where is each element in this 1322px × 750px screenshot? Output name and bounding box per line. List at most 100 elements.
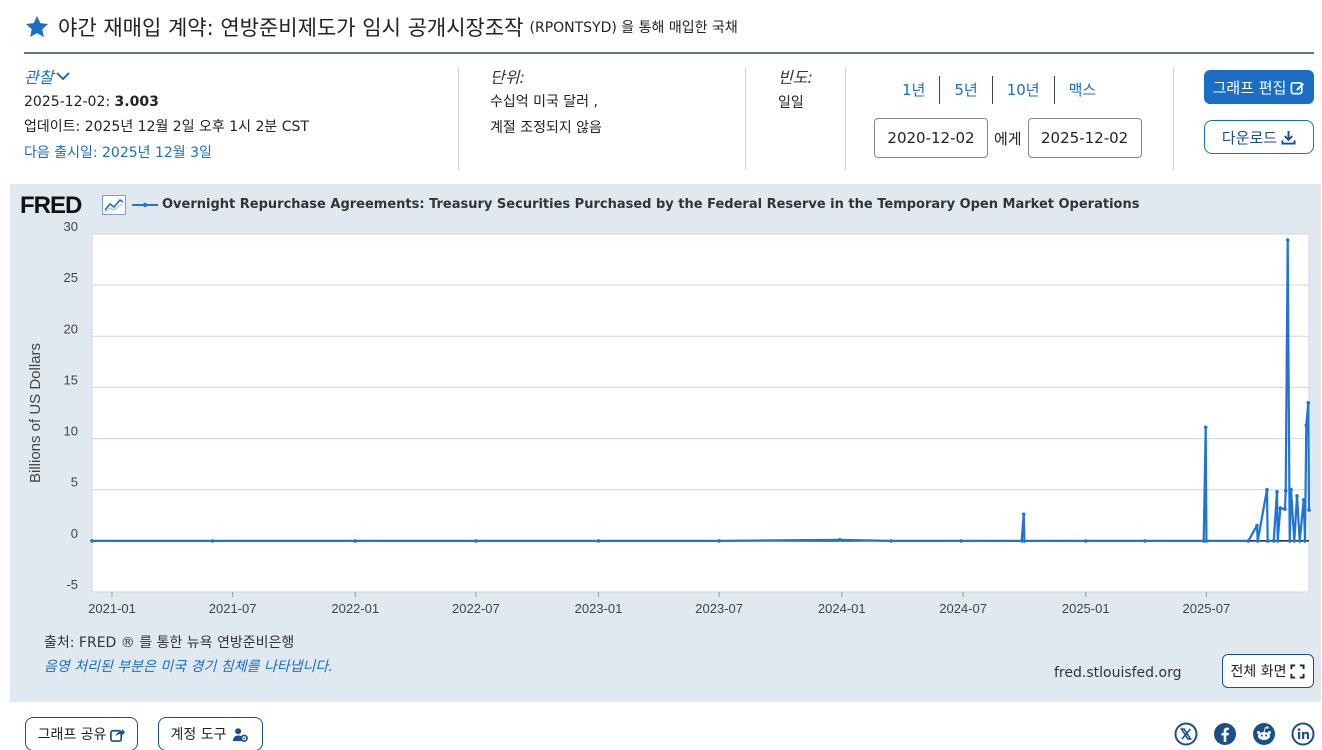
chart-legend: Overnight Repurchase Agreements: Treasur… — [132, 197, 1139, 212]
y-tick-label: -5 — [66, 577, 78, 592]
x-icon[interactable] — [1174, 722, 1198, 746]
range-1y[interactable]: 1년 — [888, 76, 941, 104]
range-links: 1년 5년 10년 맥스 — [888, 76, 1154, 104]
data-point — [838, 538, 842, 542]
graph-actions: 그래프 편집 다운로드 — [1204, 64, 1316, 174]
observation-value: 3.003 — [114, 94, 159, 110]
frequency-value: 일일 — [778, 95, 804, 111]
fred-logo[interactable]: FRED — [20, 192, 82, 220]
data-point — [1278, 506, 1283, 510]
legend-swatch — [132, 202, 158, 207]
y-tick-label: 10 — [64, 424, 78, 439]
divider — [458, 68, 459, 170]
download-button[interactable]: 다운로드 — [1204, 120, 1314, 154]
data-point — [959, 539, 963, 543]
reddit-icon[interactable] — [1252, 722, 1276, 746]
fullscreen-icon — [1290, 663, 1306, 679]
x-tick-label: 2023-01 — [575, 601, 623, 616]
account-tools-button[interactable]: 계정 도구 — [158, 717, 263, 750]
y-tick-label: 15 — [64, 372, 78, 387]
units-line-1: 수십억 미국 달러 , — [490, 94, 598, 110]
share-graph-button[interactable]: 그래프 공유 — [25, 717, 138, 750]
recession-note: 음영 처리된 부분은 미국 경기 침체를 나타냅니다. — [44, 659, 333, 675]
x-tick-label: 2022-01 — [331, 601, 379, 616]
y-tick-label: 20 — [64, 321, 78, 336]
line-chart[interactable]: -5 0 5 10 15 20 25 30 2021-01 2021-07 2022-01 2022-… — [10, 184, 1321, 702]
data-point — [717, 539, 721, 543]
data-point — [1307, 508, 1311, 512]
frequency-label: 빈도: — [778, 68, 813, 87]
observation-label[interactable]: 관찰 — [24, 64, 53, 88]
data-point — [353, 539, 358, 543]
y-tick-label: 5 — [71, 475, 78, 490]
divider — [1173, 68, 1174, 170]
data-point — [1295, 494, 1299, 498]
share-graph-label: 그래프 공유 — [37, 727, 107, 743]
data-point — [1297, 539, 1302, 543]
observation-panel: 관찰 2025-12-02: 3.003 업데이트: 2025년 12월 2일 … — [24, 64, 454, 174]
observation-value-line: 2025-12-02: 3.003 — [24, 94, 454, 110]
page-header: 야간 재매입 계약: 연방준비제도가 임시 공개시장조작 (RPONTSYD) … — [24, 10, 1314, 44]
data-point — [1287, 539, 1292, 543]
x-tick-label: 2023-07 — [695, 601, 743, 616]
units-line-2: 계절 조정되지 않음 — [490, 120, 602, 136]
data-point — [1203, 425, 1208, 430]
share-icon — [110, 728, 126, 742]
fullscreen-button[interactable]: 전체 화면 — [1222, 654, 1314, 688]
x-tick-label: 2021-07 — [209, 601, 257, 616]
data-point — [1255, 523, 1259, 528]
divider — [845, 68, 846, 170]
series-id: (RPONTSYD) 을 통해 매입한 국채 — [529, 20, 738, 36]
data-point — [1304, 423, 1309, 428]
site-url[interactable]: fred.stlouisfed.org — [1054, 665, 1181, 681]
units-panel: 단위: 수십억 미국 달러 , 계절 조정되지 않음 — [490, 64, 730, 174]
data-point — [1275, 490, 1279, 494]
date-inputs: 2020-12-02 에게 2025-12-02 — [874, 118, 1154, 158]
next-release-link[interactable]: 다음 출시일: 2025년 12월 3일 — [24, 142, 454, 162]
frequency-panel: 빈도: 일일 — [778, 64, 838, 174]
edit-icon — [1290, 81, 1305, 94]
y-tick-label: 25 — [64, 270, 78, 285]
range-10y[interactable]: 10년 — [993, 76, 1055, 104]
y-tick-label: 30 — [64, 219, 78, 234]
data-point — [210, 539, 215, 543]
range-5y[interactable]: 5년 — [940, 76, 993, 104]
x-tick-label: 2024-01 — [818, 601, 866, 616]
user-gear-icon — [233, 727, 249, 742]
data-point — [1289, 487, 1293, 492]
data-point — [1301, 498, 1306, 502]
observation-dropdown[interactable]: 관찰 — [24, 64, 454, 88]
legend-series-name: Overnight Repurchase Agreements: Treasur… — [162, 197, 1140, 212]
y-tick-label: 0 — [71, 526, 78, 541]
download-label: 다운로드 — [1221, 128, 1278, 147]
data-point — [889, 539, 893, 543]
star-icon[interactable] — [24, 14, 50, 40]
x-tick-label: 2024-07 — [939, 601, 987, 616]
divider — [745, 68, 746, 170]
data-point — [1246, 539, 1251, 543]
chart-logo-icon — [102, 195, 126, 215]
linkedin-icon[interactable] — [1291, 722, 1315, 746]
start-date-input[interactable]: 2020-12-02 — [874, 118, 988, 158]
data-point — [596, 539, 601, 543]
data-point — [1303, 539, 1307, 543]
date-to-label: 에게 — [994, 129, 1022, 148]
data-point — [1083, 539, 1088, 543]
data-point — [1143, 539, 1147, 543]
range-max[interactable]: 맥스 — [1055, 76, 1111, 104]
x-tick-label: 2021-01 — [88, 601, 136, 616]
facebook-icon[interactable] — [1213, 722, 1237, 746]
edit-graph-label: 그래프 편집 — [1212, 78, 1287, 97]
end-date-input[interactable]: 2025-12-02 — [1027, 118, 1142, 158]
data-point — [1271, 539, 1276, 543]
data-point — [1283, 488, 1288, 493]
chevron-down-icon[interactable] — [56, 71, 71, 81]
data-point — [1022, 539, 1027, 543]
x-tick-label: 2025-01 — [1062, 601, 1110, 616]
x-tick-label: 2025-07 — [1183, 601, 1231, 616]
data-point — [1265, 539, 1270, 543]
x-tick-label: 2022-07 — [452, 601, 500, 616]
edit-graph-button[interactable]: 그래프 편집 — [1204, 70, 1314, 104]
y-axis-label: Billions of US Dollars — [27, 343, 44, 483]
updated-text: 업데이트: 2025년 12월 2일 오후 1시 2분 CST — [24, 119, 309, 135]
